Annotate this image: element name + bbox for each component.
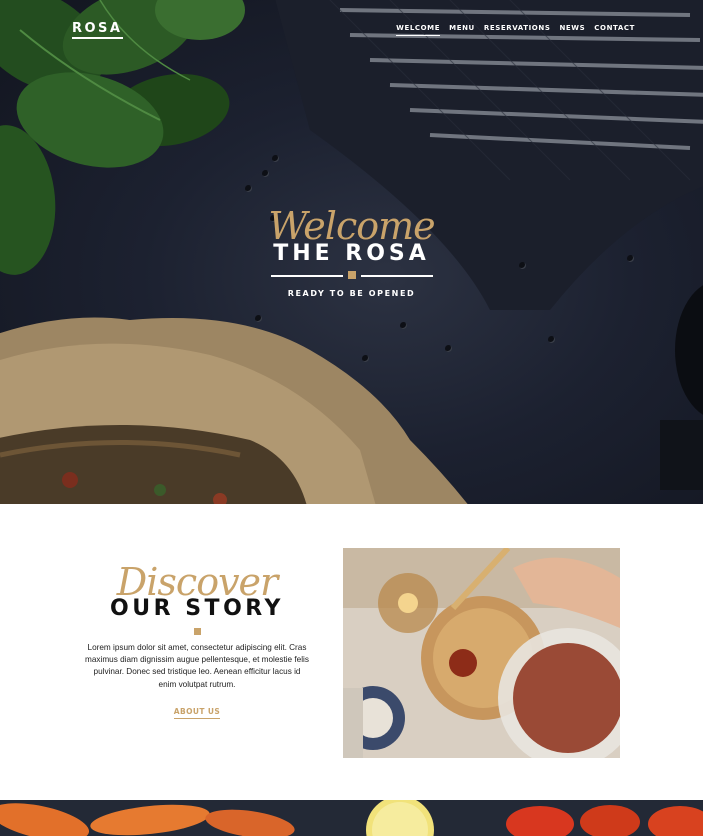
peppercorn bbox=[445, 345, 452, 352]
main-menu: WELCOME MENU RESERVATIONS NEWS CONTACT bbox=[396, 24, 635, 36]
about-us-link[interactable]: ABOUT US bbox=[173, 707, 221, 719]
nav-item-contact[interactable]: CONTACT bbox=[594, 24, 635, 36]
nav-item-welcome[interactable]: WELCOME bbox=[396, 24, 441, 36]
peppercorn bbox=[272, 155, 279, 162]
divider-line bbox=[270, 275, 343, 277]
hero-divider bbox=[270, 271, 433, 281]
vegetables-banner-image bbox=[0, 800, 703, 836]
vegetables-image bbox=[0, 800, 703, 836]
peppercorn bbox=[255, 315, 262, 322]
hero-title: THE ROSA bbox=[273, 241, 430, 266]
food-table-image bbox=[343, 548, 620, 758]
story-paragraph: Lorem ipsum dolor sit amet, consectetur … bbox=[85, 643, 309, 689]
site-logo[interactable]: ROSA bbox=[72, 22, 123, 39]
hero-subtitle: READY TO BE OPENED bbox=[287, 289, 416, 298]
story-title: OUR STORY bbox=[110, 596, 284, 621]
nav-item-reservations[interactable]: RESERVATIONS bbox=[484, 24, 551, 36]
peppercorn bbox=[548, 336, 555, 343]
peppercorn bbox=[262, 170, 269, 177]
hero-heading-block: Welcome THE ROSA READY TO BE OPENED bbox=[0, 205, 703, 298]
cup-image bbox=[660, 285, 703, 490]
hero-section: ROSA WELCOME MENU RESERVATIONS NEWS CONT… bbox=[0, 0, 703, 504]
story-divider-square bbox=[193, 628, 201, 635]
nav-item-menu[interactable]: MENU bbox=[449, 24, 475, 36]
peppercorn bbox=[245, 185, 252, 192]
divider-square bbox=[347, 271, 356, 279]
story-food-photo bbox=[343, 548, 620, 758]
peppercorn bbox=[400, 322, 407, 329]
peppercorn bbox=[362, 355, 369, 362]
top-navigation: ROSA WELCOME MENU RESERVATIONS NEWS CONT… bbox=[0, 0, 703, 56]
nav-item-news[interactable]: NEWS bbox=[559, 24, 585, 36]
story-text-block: Discover OUR STORY Lorem ipsum dolor sit… bbox=[84, 562, 310, 719]
divider-line bbox=[360, 275, 433, 277]
tart-parchment-image bbox=[0, 317, 468, 504]
our-story-section: Discover OUR STORY Lorem ipsum dolor sit… bbox=[0, 504, 703, 800]
